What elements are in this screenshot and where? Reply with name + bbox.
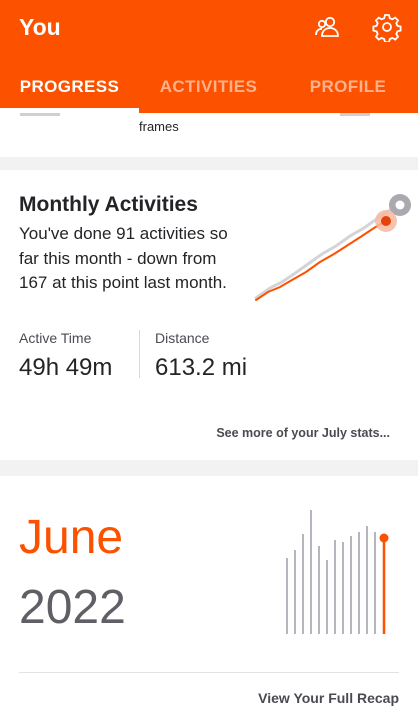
fragment-mark [340,113,370,116]
tab-progress[interactable]: PROGRESS [0,66,139,113]
recap-card[interactable]: June 2022 View Your Full Recap [0,476,418,720]
page-title: You [19,14,61,40]
tab-bar: PROGRESS ACTIVITIES PROFILE [0,66,418,113]
stat-label: Distance [155,330,210,346]
people-icon[interactable] [313,12,343,42]
monthly-progress-graph [254,194,411,301]
see-more-stats-link[interactable]: See more of your July stats... [216,426,390,440]
recap-month: June [19,511,124,564]
this-month-line [255,220,387,301]
fragment-text: frames [139,119,179,134]
scrolled-card-fragment[interactable]: frames [0,113,418,157]
stat-distance: Distance 613.2 mi [155,330,247,382]
monthly-heading: Monthly Activities [19,193,198,216]
recap-year: 2022 [19,581,126,634]
monthly-activities-card[interactable]: Monthly Activities You've done 91 activi… [0,170,418,460]
stat-label: Active Time [19,330,92,346]
recap-bar-graphic [286,510,389,634]
monthly-description: You've done 91 activities so far this mo… [19,224,228,292]
view-full-recap-link[interactable]: View Your Full Recap [258,690,399,706]
recap-bar-current-marker [379,533,389,543]
stat-active-time: Active Time 49h 49m [19,330,112,382]
tab-activities[interactable]: ACTIVITIES [139,66,278,113]
app-header: You PROGRESS ACTIVITIES PROFILE [0,0,418,113]
fragment-mark [20,113,60,116]
tab-profile[interactable]: PROFILE [278,66,418,113]
stat-value: 49h 49m [19,354,113,381]
stat-divider [139,330,140,378]
gear-icon[interactable] [372,12,402,42]
recap-divider [19,672,399,673]
stat-value: 613.2 mi [155,354,248,381]
